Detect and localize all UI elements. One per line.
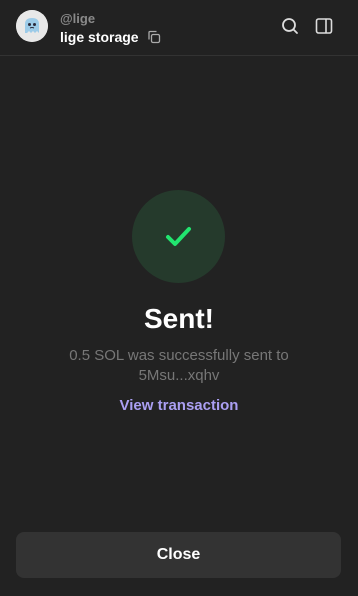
search-button[interactable] <box>280 16 300 36</box>
status-message: 0.5 SOL was successfully sent to 5Msu...… <box>40 346 318 386</box>
success-indicator <box>132 190 225 283</box>
ghost-avatar-icon <box>16 10 48 42</box>
username: @lige <box>60 11 96 26</box>
search-icon <box>282 18 298 34</box>
close-button[interactable]: Close <box>16 532 341 578</box>
account-avatar[interactable] <box>16 10 48 42</box>
wallet-name: lige storage <box>60 29 139 45</box>
status-title: Sent! <box>144 303 214 334</box>
view-transaction-link[interactable]: View transaction <box>0 396 358 416</box>
recipient-address: 5Msu...xqhv <box>138 367 220 384</box>
app-window: @lige lige storage Sent! 0.5 SOL was suc… <box>0 0 358 596</box>
wallet-row: lige storage <box>60 28 161 46</box>
status-message-line: 0.5 SOL was successfully sent to <box>69 347 289 364</box>
copy-icon[interactable] <box>147 30 161 44</box>
side-panel-button[interactable] <box>314 16 334 36</box>
header: @lige lige storage <box>0 0 358 56</box>
checkmark-icon <box>166 227 191 246</box>
side-panel-icon <box>315 18 333 34</box>
account-info[interactable]: @lige lige storage <box>60 11 161 46</box>
